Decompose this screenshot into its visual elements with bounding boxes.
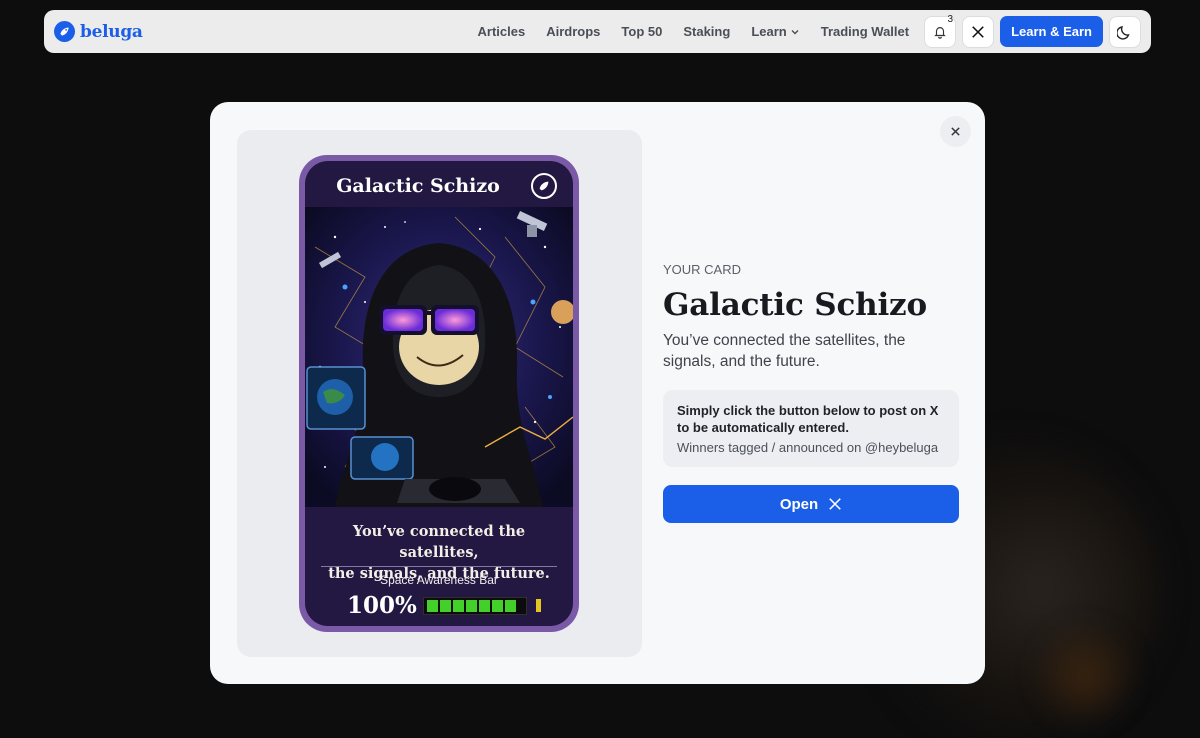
bar-segment [439,599,451,612]
x-logo-icon [829,498,841,510]
nav-link-top-50[interactable]: Top 50 [621,24,662,39]
card-face: Galactic Schizo You’ve connected the sat… [305,161,573,626]
card-modal: Galactic Schizo You’ve connected the sat… [210,102,985,684]
bar-segment [426,599,438,612]
brand-logo[interactable]: beluga [54,21,143,42]
card-preview-panel: Galactic Schizo You’ve connected the sat… [237,130,642,657]
card-percent: 100% [347,592,417,619]
card-divider [321,566,557,567]
nav-link-airdrops[interactable]: Airdrops [546,24,600,39]
moon-icon [1117,25,1130,40]
bar-battery-tip [535,599,541,612]
close-button[interactable] [940,116,971,147]
modal-title: Galactic Schizo [663,287,927,323]
collectible-card: Galactic Schizo You’ve connected the sat… [299,155,579,632]
notification-count-badge: 3 [947,13,954,25]
entry-info-box: Simply click the button below to post on… [663,390,959,467]
card-title: Galactic Schizo [336,175,500,197]
background-blur-accent [1030,620,1140,730]
bar-segment [478,599,490,612]
open-button-label: Open [779,495,819,513]
card-bar-label: Space Awareness Bar [380,573,498,587]
nav-link-learn-label: Learn [751,24,787,39]
space-awareness-bar [422,596,527,615]
card-bar-row: 100% [347,592,541,619]
nav-link-learn[interactable]: Learn [751,24,799,39]
modal-subtitle: You’ve connected the satellites, the sig… [663,332,906,370]
card-illustration [305,207,573,507]
nav-links: Articles Airdrops Top 50 Staking Learn T… [478,24,910,39]
winners-note: Winners tagged / announced on @heybeluga [677,440,939,455]
learn-and-earn-button[interactable]: Learn & Earn [1000,16,1103,47]
x-logo-icon [972,25,984,38]
open-on-x-button[interactable]: Open [663,485,959,523]
theme-toggle-button[interactable] [1109,15,1141,48]
nav-link-trading-wallet[interactable]: Trading Wallet [821,24,909,39]
bar-segment [452,599,464,612]
card-details: YOUR CARD Galactic Schizo You’ve connect… [663,262,959,523]
close-icon [951,127,960,136]
beluga-logo-icon [54,21,75,42]
brand-name: beluga [80,21,143,42]
entry-instructions: Simply click the button below to post on… [677,403,939,435]
bar-segment [504,599,516,612]
bar-segment [491,599,503,612]
nav-actions: 3 Learn & Earn [924,13,1141,48]
your-card-kicker: YOUR CARD [663,262,742,277]
card-beluga-logo-icon [531,173,557,199]
chevron-down-icon [791,29,799,34]
top-navbar: beluga Articles Airdrops Top 50 Staking … [44,10,1151,53]
notifications-button[interactable]: 3 [924,13,957,48]
bell-icon [934,26,946,39]
nav-link-articles[interactable]: Articles [478,24,526,39]
x-social-button[interactable] [962,15,995,48]
bar-segment [465,599,477,612]
nav-link-staking[interactable]: Staking [683,24,730,39]
card-quote-line-1: You’ve connected the satellites, [352,523,526,561]
